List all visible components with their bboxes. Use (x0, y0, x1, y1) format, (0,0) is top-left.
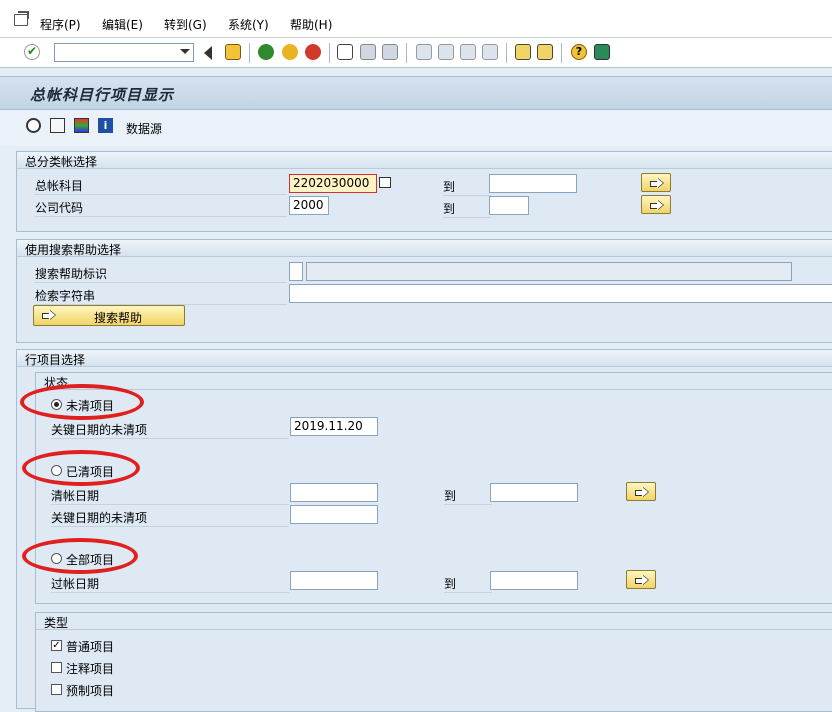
help-icon[interactable]: ? (571, 44, 587, 60)
print-icon[interactable] (337, 44, 353, 60)
account-to-input[interactable] (489, 174, 577, 193)
to-label: 到 (443, 200, 491, 218)
normal-items-label: 普通项目 (66, 640, 115, 654)
datasource-button[interactable]: 数据源 (126, 120, 162, 137)
company-code-to-input[interactable] (489, 196, 529, 215)
clearing-date-from-input[interactable] (290, 483, 378, 502)
menu-edit[interactable]: 编辑(E) (102, 16, 143, 33)
normal-items-checkbox[interactable]: ✓ (51, 640, 62, 651)
company-code-label: 公司代码 (35, 199, 287, 217)
last-page-icon[interactable] (482, 44, 498, 60)
execute-icon[interactable] (26, 118, 41, 133)
search-help-description-field (306, 262, 792, 281)
search-help-button[interactable]: 搜索帮助 (33, 305, 185, 326)
group-title: 总分类帐选择 (17, 152, 832, 169)
menu-exit-icon[interactable] (14, 11, 29, 26)
open-key-date-label: 关键日期的未清项 (51, 421, 289, 439)
enter-check-icon[interactable]: ✔ (24, 44, 40, 60)
posting-date-label: 过帐日期 (51, 575, 289, 593)
back-green-icon[interactable] (258, 44, 274, 60)
account-multiple-selection-button[interactable] (641, 173, 671, 192)
type-title: 类型 (36, 613, 832, 630)
menu-system[interactable]: 系统(Y) (228, 16, 269, 33)
back-arrow-icon[interactable] (204, 46, 212, 60)
group-title: 行项目选择 (17, 350, 832, 367)
next-page-icon[interactable] (460, 44, 476, 60)
page-title: 总帐科目行项目显示 (30, 86, 175, 104)
find-icon[interactable] (360, 44, 376, 60)
gl-account-selection-group: 总分类帐选择 总帐科目 2202030000 到 公司代码 2000 到 (16, 151, 832, 232)
cleared-key-date-label: 关键日期的未清项 (51, 509, 289, 527)
noted-items-checkbox[interactable] (51, 662, 62, 673)
shortcut-icon[interactable] (537, 44, 553, 60)
to-label: 到 (443, 178, 491, 196)
dynamic-selection-icon[interactable] (74, 118, 89, 133)
parked-items-checkbox[interactable] (51, 684, 62, 695)
status-subgroup: 状态 未清项目 关键日期的未清项 2019.11.20 已清项目 清帐日期 到 … (20, 372, 832, 604)
to-label: 到 (444, 575, 492, 593)
command-field[interactable] (54, 43, 194, 62)
cleared-key-date-input[interactable] (290, 505, 378, 524)
company-code-from-input[interactable]: 2000 (289, 196, 329, 215)
previous-page-icon[interactable] (438, 44, 454, 60)
search-help-group: 使用搜索帮助选择 搜索帮助标识 检索字符串 搜索帮助 (16, 239, 832, 343)
application-toolbar: i 数据源 (0, 110, 832, 146)
first-page-icon[interactable] (416, 44, 432, 60)
arrow-right-icon (650, 200, 664, 209)
menu-help[interactable]: 帮助(H) (290, 16, 332, 33)
parked-items-label: 预制项目 (66, 684, 115, 698)
clearing-date-label: 清帐日期 (51, 487, 289, 505)
cancel-red-icon[interactable] (305, 44, 321, 60)
menu-program[interactable]: 程序(P) (40, 16, 81, 33)
arrow-right-icon (650, 178, 664, 187)
chevron-down-icon[interactable] (180, 49, 190, 54)
search-help-button-label: 搜索帮助 (94, 311, 143, 325)
standard-toolbar: ✔ ? (0, 38, 832, 68)
search-string-input[interactable] (289, 284, 832, 303)
clearing-date-multiple-selection-button[interactable] (626, 482, 656, 501)
multiple-selection-icon[interactable] (379, 177, 391, 188)
layout-menu-icon[interactable] (594, 44, 610, 60)
menu-bar: 程序(P) 编辑(E) 转到(G) 系统(Y) 帮助(H) (0, 0, 832, 38)
save-icon[interactable] (225, 44, 241, 60)
new-session-icon[interactable] (515, 44, 531, 60)
account-from-input[interactable]: 2202030000 (289, 174, 377, 193)
search-help-id-input[interactable] (289, 262, 303, 281)
company-code-multiple-selection-button[interactable] (641, 195, 671, 214)
line-item-selection-group: 行项目选择 状态 未清项目 关键日期的未清项 2019.11.20 已清项目 清… (16, 349, 832, 712)
noted-items-label: 注释项目 (66, 662, 115, 676)
type-subgroup: 类型 ✓ 普通项目 注释项目 预制项目 (35, 612, 832, 712)
posting-date-from-input[interactable] (290, 571, 378, 590)
cleared-items-highlight (22, 450, 140, 486)
search-string-label: 检索字符串 (35, 287, 287, 305)
menu-goto[interactable]: 转到(G) (164, 16, 207, 33)
arrow-right-icon (635, 575, 649, 584)
to-label: 到 (444, 487, 492, 505)
status-title: 状态 (36, 373, 832, 390)
posting-date-multiple-selection-button[interactable] (626, 570, 656, 589)
all-items-highlight (22, 538, 138, 574)
clearing-date-to-input[interactable] (490, 483, 578, 502)
search-help-id-label: 搜索帮助标识 (35, 265, 287, 283)
open-key-date-input[interactable]: 2019.11.20 (290, 417, 378, 436)
find-next-icon[interactable] (382, 44, 398, 60)
arrow-right-icon (635, 487, 649, 496)
open-items-highlight (20, 384, 144, 420)
account-label: 总帐科目 (35, 177, 287, 195)
posting-date-to-input[interactable] (490, 571, 578, 590)
arrow-right-icon (42, 310, 56, 319)
group-title: 使用搜索帮助选择 (17, 240, 832, 257)
info-icon[interactable]: i (98, 118, 113, 133)
title-bar: 总帐科目行项目显示 (0, 76, 832, 110)
get-variant-icon[interactable] (50, 118, 65, 133)
exit-yellow-icon[interactable] (282, 44, 298, 60)
